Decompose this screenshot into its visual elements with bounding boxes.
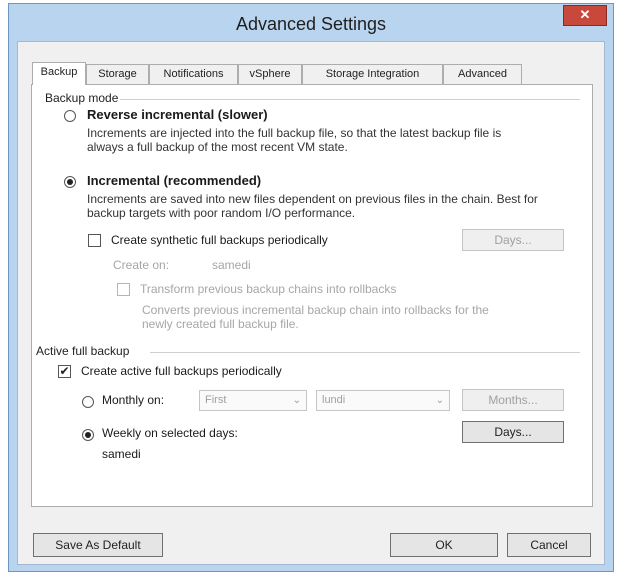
synthetic-days-button[interactable]: Days... [462,229,564,251]
incremental-radio[interactable] [64,176,76,188]
tab-backup[interactable]: Backup [32,62,86,85]
monthly-day-select[interactable]: lundi ⌄ [316,390,450,411]
title-bar: Advanced Settings ✕ [9,4,613,40]
transform-rollbacks-description: Converts previous incremental backup cha… [142,303,489,331]
weekly-days-button[interactable]: Days... [462,421,564,443]
active-full-label: Create active full backups periodically [81,364,282,378]
checkmark-icon: ✔ [59,364,70,378]
monthly-week-value: First [205,394,227,406]
tab-advanced[interactable]: Advanced [443,64,522,84]
create-on-value: samedi [212,258,251,272]
synthetic-full-label: Create synthetic full backups periodical… [111,233,328,247]
reverse-incremental-label: Reverse incremental (slower) [87,107,268,122]
synthetic-full-checkbox[interactable] [88,234,101,247]
months-button[interactable]: Months... [462,389,564,411]
cancel-button[interactable]: Cancel [507,533,591,557]
chevron-down-icon: ⌄ [292,395,301,406]
dialog-title: Advanced Settings [235,14,387,34]
ok-button[interactable]: OK [390,533,498,557]
active-full-checkbox[interactable]: ✔ [58,365,71,378]
tab-notifications[interactable]: Notifications [149,64,238,84]
weekly-radio[interactable] [82,429,94,441]
close-icon: ✕ [579,7,591,22]
save-as-default-button[interactable]: Save As Default [33,533,163,557]
close-button[interactable]: ✕ [563,5,607,26]
monthly-label: Monthly on: [102,393,165,407]
backup-tab-panel: Backup mode Reverse incremental (slower)… [31,84,593,507]
weekly-days-value: samedi [102,447,141,461]
weekly-label: Weekly on selected days: [102,426,238,440]
monthly-day-value: lundi [322,394,346,406]
tab-vsphere[interactable]: vSphere [238,64,302,84]
advanced-settings-dialog: Advanced Settings ✕ Backup Storage Notif… [8,3,614,572]
chevron-down-icon: ⌄ [435,395,444,406]
tab-storage[interactable]: Storage [86,64,149,84]
tab-storage-integration[interactable]: Storage Integration [302,64,443,84]
incremental-label: Incremental (recommended) [87,173,262,188]
incremental-description: Increments are saved into new files depe… [87,192,538,220]
backup-mode-group-label: Backup mode [45,91,119,105]
dialog-body: Backup Storage Notifications vSphere Sto… [17,41,605,565]
group-divider [120,99,580,100]
monthly-week-select[interactable]: First ⌄ [199,390,307,411]
transform-rollbacks-checkbox[interactable] [117,283,130,296]
reverse-incremental-description: Increments are injected into the full ba… [87,126,502,154]
active-full-group-label: Active full backup [36,344,130,358]
reverse-incremental-radio[interactable] [64,110,76,122]
transform-rollbacks-label: Transform previous backup chains into ro… [140,282,397,296]
create-on-label: Create on: [113,258,170,272]
group-divider [150,352,580,353]
monthly-radio[interactable] [82,396,94,408]
